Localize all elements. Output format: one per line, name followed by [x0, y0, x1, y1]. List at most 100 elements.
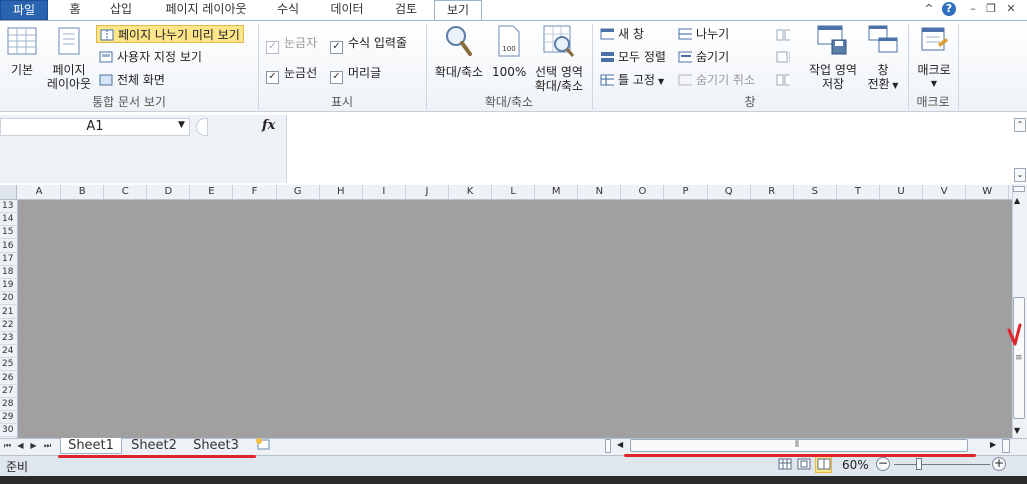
row-header[interactable]: 13	[0, 200, 17, 213]
row-header[interactable]: 19	[0, 279, 17, 293]
row-header[interactable]: 25	[0, 358, 17, 372]
hide-button[interactable]: 숨기기	[678, 48, 729, 66]
column-header[interactable]: H	[320, 185, 363, 199]
scroll-up-icon[interactable]: ▲	[1014, 196, 1020, 205]
scroll-down-icon[interactable]: ▼	[1014, 426, 1020, 435]
horizontal-scroll-thumb[interactable]	[630, 439, 968, 452]
select-all-button[interactable]	[0, 185, 17, 199]
zoom-level[interactable]: 60%	[842, 458, 869, 472]
column-header[interactable]: I	[363, 185, 406, 199]
zoom-in-button[interactable]: +	[992, 457, 1006, 471]
ruler-checkbox[interactable]: ✓ 눈금자	[266, 34, 317, 54]
zoom-100-button[interactable]: 100 100%	[492, 24, 526, 79]
page-break-preview-button[interactable]: 페이지 나누기 미리 보기	[96, 25, 244, 43]
page-break-preview-area[interactable]	[18, 200, 1012, 438]
split-button[interactable]: 나누기	[678, 25, 729, 43]
column-header[interactable]: E	[190, 185, 234, 199]
scroll-left-icon[interactable]: ◀	[617, 440, 623, 449]
row-header[interactable]: 22	[0, 319, 17, 332]
column-header[interactable]: N	[578, 185, 622, 199]
column-header[interactable]: G	[277, 185, 320, 199]
row-header[interactable]: 28	[0, 398, 17, 411]
row-header[interactable]: 14	[0, 213, 17, 227]
row-header[interactable]: 29	[0, 411, 17, 425]
page-layout-view-button[interactable]: 페이지 레이아웃	[44, 26, 94, 91]
tab-page-layout[interactable]: 페이지 레이아웃	[158, 0, 254, 20]
column-header[interactable]: A	[18, 185, 62, 199]
view-side-by-side-button[interactable]	[776, 26, 794, 44]
tab-view[interactable]: 보기	[434, 0, 482, 21]
column-header[interactable]: S	[794, 185, 837, 199]
chevron-down-icon[interactable]: ▼	[178, 120, 185, 130]
zoom-out-button[interactable]: −	[876, 457, 890, 471]
headings-checkbox[interactable]: ✓ 머리글	[330, 64, 381, 84]
insert-function-icon[interactable]: fx	[262, 118, 275, 133]
synchronous-scrolling-button[interactable]	[776, 48, 794, 66]
row-header[interactable]: 23	[0, 332, 17, 345]
name-box[interactable]: A1	[0, 118, 190, 136]
column-header[interactable]: B	[61, 185, 105, 199]
next-sheet-icon[interactable]: ▶	[28, 439, 39, 452]
column-header[interactable]: Q	[708, 185, 751, 199]
switch-windows-button[interactable]: 창 전환 ▼	[864, 24, 902, 93]
insert-sheet-icon[interactable]	[252, 438, 274, 454]
zoom-to-selection-button[interactable]: 선택 영역 확대/축소	[530, 24, 588, 93]
row-header[interactable]: 18	[0, 266, 17, 279]
zoom-button[interactable]: 확대/축소	[430, 24, 488, 79]
prev-sheet-icon[interactable]: ◀	[15, 439, 26, 452]
vertical-split-handle[interactable]	[1013, 186, 1025, 192]
formula-bar-handle[interactable]	[196, 118, 208, 136]
save-workspace-button[interactable]: 작업 영역 저장	[804, 24, 862, 91]
last-sheet-icon[interactable]: ⏭	[42, 439, 53, 452]
sheet-tab-sheet3[interactable]: Sheet3	[186, 438, 246, 454]
column-header[interactable]: C	[104, 185, 148, 199]
window-close-icon[interactable]: ✕	[1004, 2, 1018, 16]
column-header[interactable]: M	[535, 185, 579, 199]
help-icon[interactable]: ?	[942, 2, 956, 16]
row-header[interactable]: 30	[0, 424, 17, 438]
row-header[interactable]: 17	[0, 253, 17, 266]
row-header[interactable]: 24	[0, 345, 17, 359]
zoom-slider-track[interactable]	[894, 464, 990, 465]
column-header[interactable]: L	[492, 185, 536, 199]
column-header[interactable]: J	[406, 185, 449, 199]
full-screen-button[interactable]: 전체 화면	[99, 71, 165, 89]
tab-data[interactable]: 데이터	[324, 0, 370, 20]
row-header[interactable]: 16	[0, 240, 17, 253]
column-header[interactable]: P	[665, 185, 708, 199]
row-header[interactable]: 27	[0, 385, 17, 398]
tab-home[interactable]: 홈	[62, 0, 88, 20]
tab-formulas[interactable]: 수식	[270, 0, 306, 20]
sheet-tab-sheet1[interactable]: Sheet1	[60, 438, 122, 454]
page-layout-status-button[interactable]	[797, 458, 813, 472]
row-header[interactable]: 21	[0, 306, 17, 319]
tab-insert[interactable]: 삽입	[104, 0, 138, 20]
column-header[interactable]: K	[449, 185, 493, 199]
column-header[interactable]: U	[880, 185, 924, 199]
horizontal-split-handle[interactable]	[1002, 439, 1010, 453]
scroll-right-icon[interactable]: ▶	[990, 440, 996, 449]
row-header[interactable]: 20	[0, 292, 17, 306]
formula-input[interactable]	[288, 116, 1012, 182]
column-header[interactable]: T	[837, 185, 880, 199]
custom-views-button[interactable]: 사용자 지정 보기	[99, 48, 202, 66]
expand-formula-bar-icon[interactable]: ⌃	[1014, 118, 1026, 132]
column-header[interactable]: W	[966, 185, 1010, 199]
row-header[interactable]: 26	[0, 372, 17, 385]
new-window-button[interactable]: 새 창	[600, 25, 644, 43]
first-sheet-icon[interactable]: ⏮	[2, 439, 13, 452]
column-header[interactable]: D	[147, 185, 191, 199]
gridlines-checkbox[interactable]: ✓ 눈금선	[266, 64, 317, 84]
page-break-status-button[interactable]	[815, 456, 832, 473]
formula-bar-checkbox[interactable]: ✓ 수식 입력줄	[330, 34, 407, 54]
column-header[interactable]: O	[621, 185, 665, 199]
tab-file[interactable]: 파일	[0, 0, 48, 20]
column-header[interactable]: R	[751, 185, 794, 199]
unhide-button[interactable]: 숨기기 취소	[678, 71, 755, 89]
zoom-slider-thumb[interactable]	[916, 458, 922, 470]
tab-review[interactable]: 검토	[388, 0, 424, 20]
reset-window-position-button[interactable]	[776, 71, 794, 89]
window-restore-icon[interactable]: ❐	[984, 2, 998, 16]
column-header[interactable]: V	[923, 185, 967, 199]
tab-split-handle[interactable]	[605, 439, 611, 453]
